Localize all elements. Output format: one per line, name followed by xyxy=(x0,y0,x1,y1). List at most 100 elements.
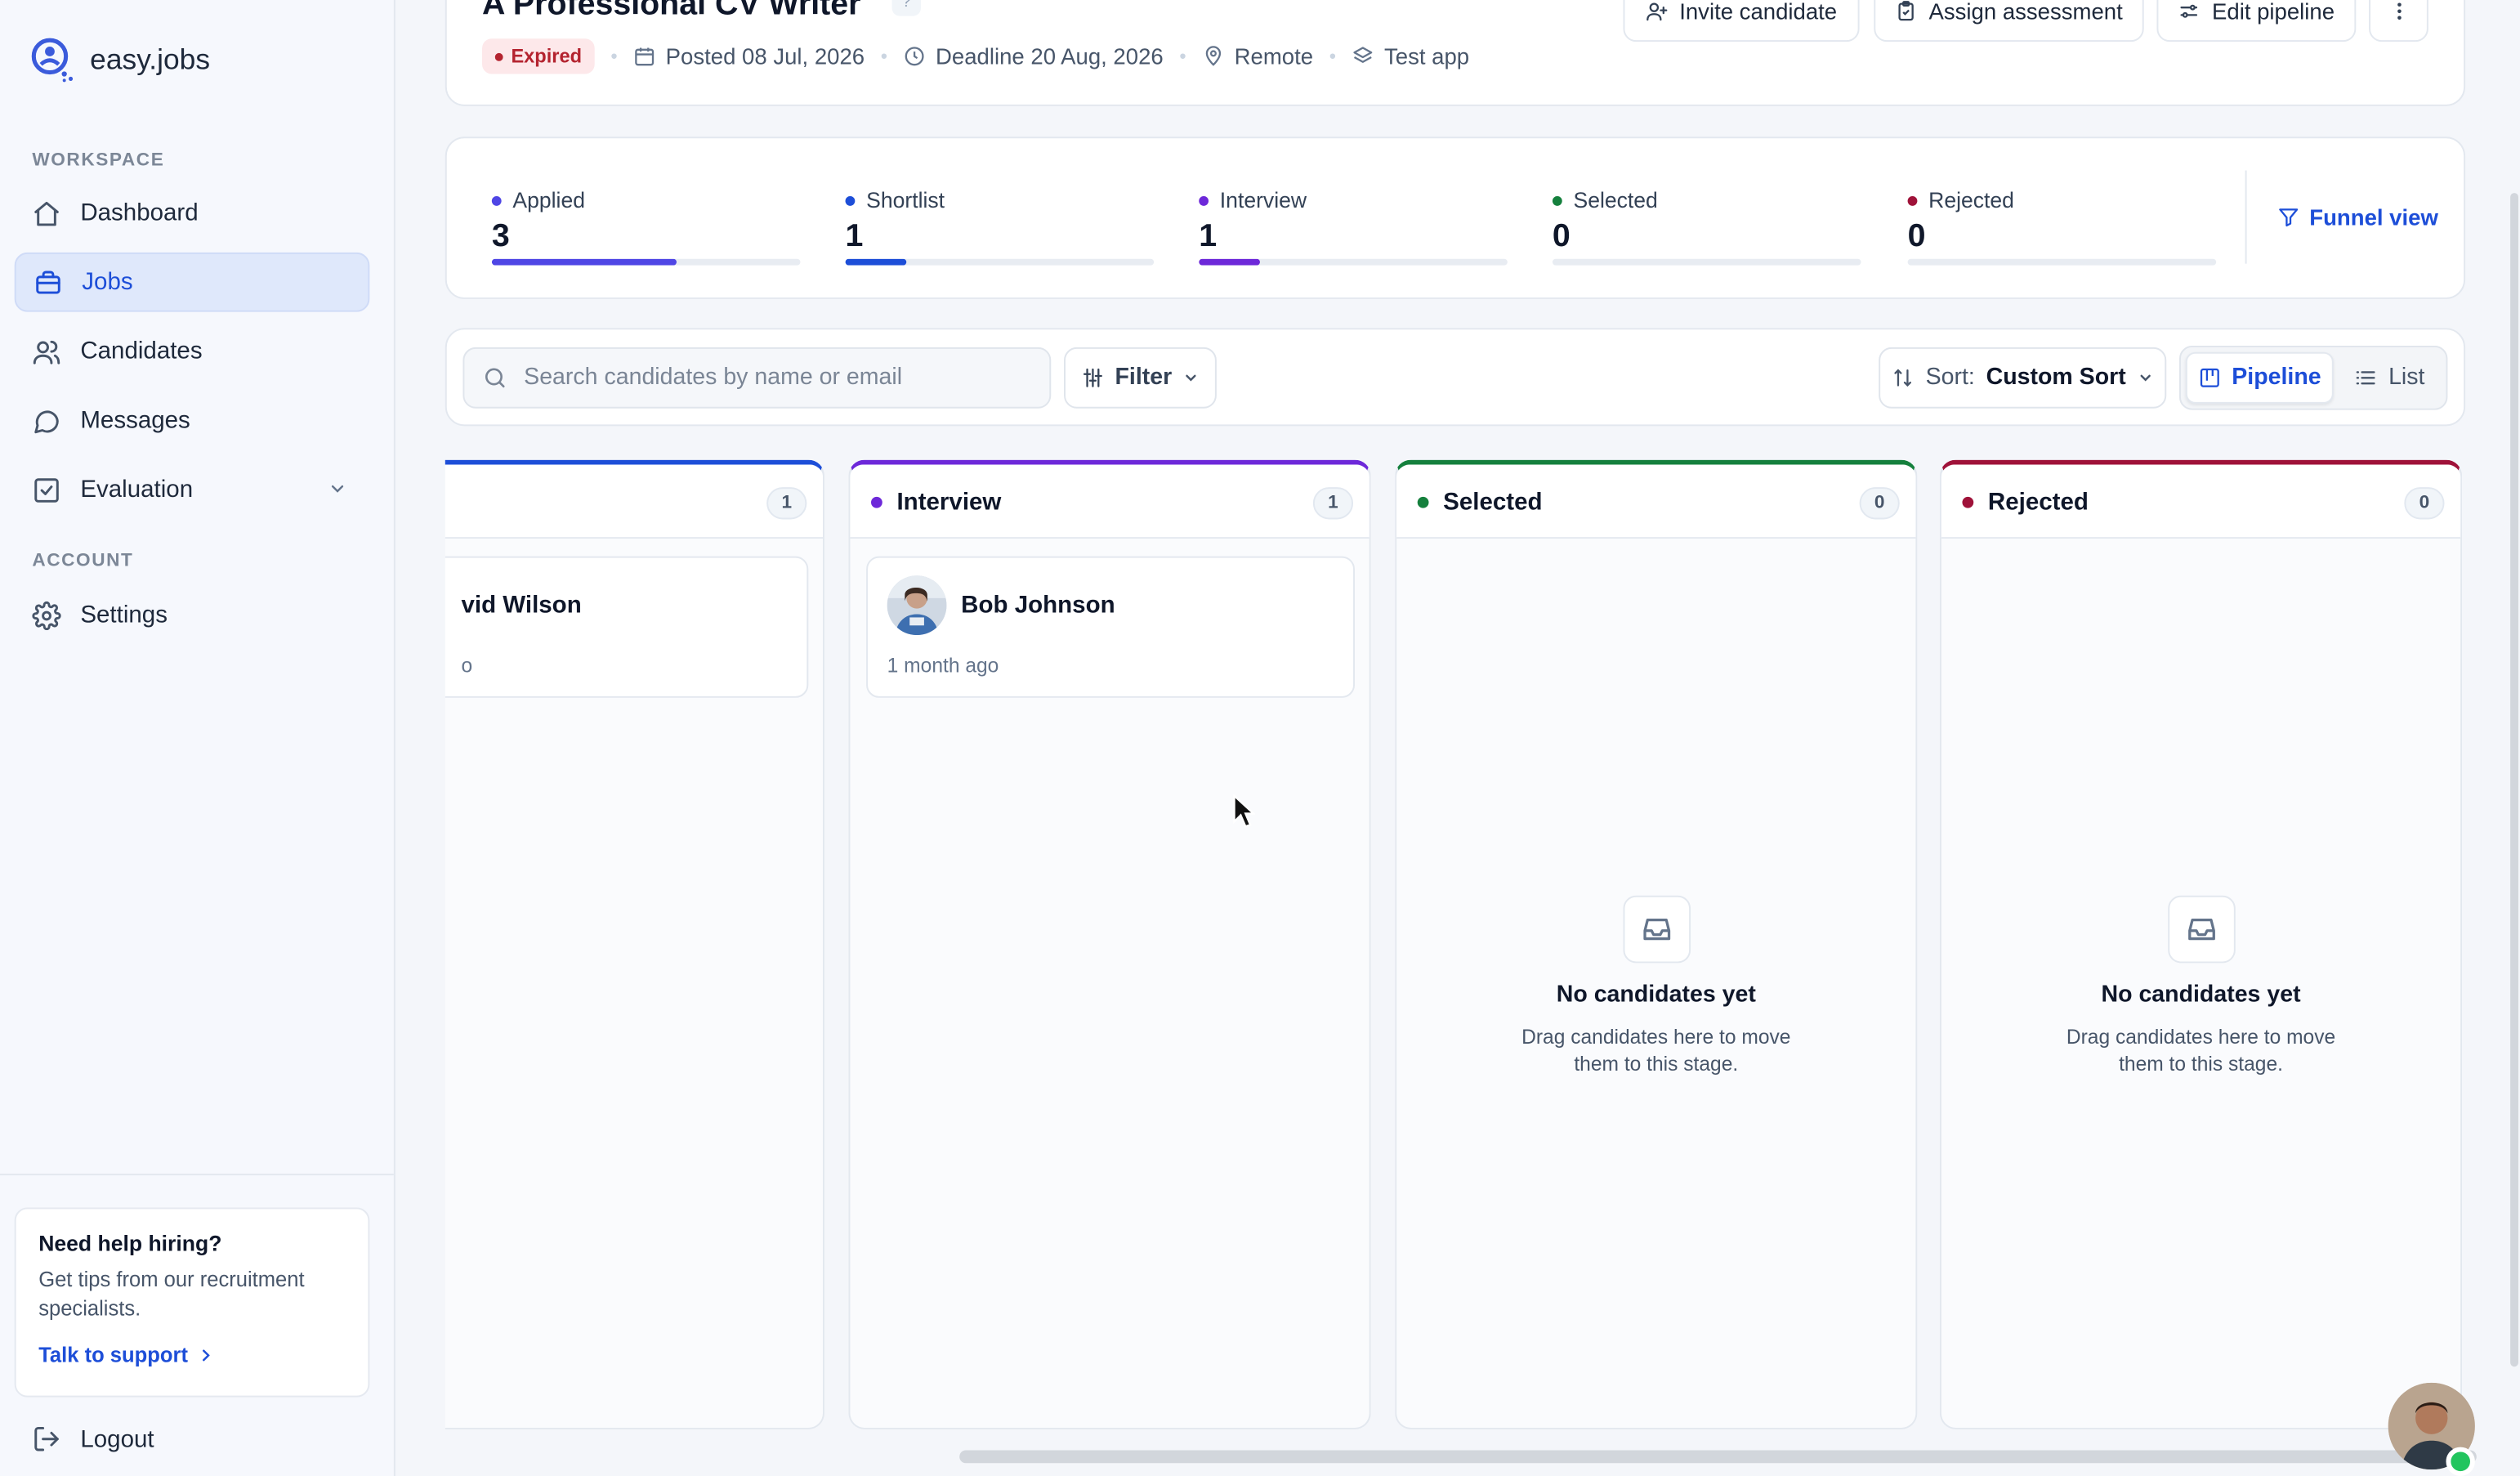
stat-value: 0 xyxy=(1552,218,1571,254)
pipeline-board: 1 vid Wilson o Interview 1 Bob Johnson 1… xyxy=(445,459,2503,1431)
sidebar-item-evaluation[interactable]: Evaluation xyxy=(15,460,370,520)
app-name: easy.jobs xyxy=(90,42,211,75)
app-logo[interactable]: easy.jobs xyxy=(29,35,210,83)
candidate-card[interactable]: Bob Johnson 1 month ago xyxy=(866,556,1356,698)
sidebar-item-candidates[interactable]: Candidates xyxy=(15,321,370,381)
stat-applied[interactable]: Applied 3 xyxy=(491,188,801,266)
edit-pipeline-button[interactable]: Edit pipeline xyxy=(2156,0,2357,42)
gear-icon xyxy=(32,600,61,630)
column-dot xyxy=(1962,496,1974,508)
column-count: 1 xyxy=(1312,487,1354,520)
stat-label: Applied xyxy=(491,188,801,212)
briefcase-icon xyxy=(36,270,60,293)
sidebar-item-label: Jobs xyxy=(82,268,133,296)
deadline-text: Deadline 20 Aug, 2026 xyxy=(936,43,1164,69)
talk-to-support-label: Talk to support xyxy=(38,1342,188,1367)
app-text: Test app xyxy=(1384,43,1470,69)
column-title: Selected xyxy=(1417,489,1543,517)
horizontal-scrollbar[interactable] xyxy=(959,1450,2477,1464)
stat-label: Shortlist xyxy=(845,188,1155,212)
location-pin-icon xyxy=(1205,46,1222,66)
stat-shortlist[interactable]: Shortlist 1 xyxy=(845,188,1155,266)
inbox-icon xyxy=(1622,895,1691,964)
filter-button[interactable]: Filter xyxy=(1064,347,1217,409)
pipeline-column-shortlist: 1 vid Wilson o xyxy=(445,459,824,1429)
empty-state: No candidates yet Drag candidates here t… xyxy=(1941,895,2460,1079)
funnel-view-button[interactable]: Funnel view xyxy=(2277,204,2438,230)
stat-label-text: Shortlist xyxy=(866,188,945,212)
column-dot xyxy=(1417,496,1429,508)
search-input[interactable] xyxy=(524,365,1007,391)
stat-progress-track xyxy=(491,258,801,266)
list-view-button[interactable]: List xyxy=(2339,352,2442,404)
avatar xyxy=(887,575,947,636)
sort-dropdown[interactable]: Sort: Custom Sort xyxy=(1879,347,2167,409)
app-root: easy.jobs WORKSPACE Dashboard Jobs Candi… xyxy=(0,0,2520,1476)
vertical-scrollbar[interactable] xyxy=(2510,193,2518,1367)
layers-icon xyxy=(1353,47,1373,63)
invite-candidate-label: Invite candidate xyxy=(1679,0,1838,25)
talk-to-support-link[interactable]: Talk to support xyxy=(38,1342,346,1367)
status-badge: Expired xyxy=(482,38,595,74)
job-app: Test app xyxy=(1352,43,1469,69)
user-plus-icon xyxy=(1646,2,1668,21)
assign-assessment-label: Assign assessment xyxy=(1928,0,2123,25)
list-icon xyxy=(2357,371,2376,385)
search-icon xyxy=(485,368,505,388)
chevron-down-icon xyxy=(1186,374,1196,382)
chat-icon xyxy=(34,409,59,433)
stat-progress-track xyxy=(845,258,1155,266)
stat-progress-fill xyxy=(1199,258,1261,266)
sidebar-item-label: Settings xyxy=(80,601,168,629)
stat-progress-fill xyxy=(845,258,908,266)
job-meta: Expired • Posted 08 Jul, 2026 • Deadline… xyxy=(482,38,1469,74)
candidate-card[interactable]: vid Wilson o xyxy=(445,556,809,698)
column-header: Interview 1 xyxy=(850,464,1369,539)
stat-dot xyxy=(1907,195,1918,205)
view-toggle: Pipeline List xyxy=(2178,345,2448,410)
stat-dot xyxy=(1199,195,1209,205)
avatar-photo-icon xyxy=(887,575,947,636)
stat-label: Rejected xyxy=(1907,188,2217,212)
stat-dot xyxy=(1552,195,1562,205)
pipeline-view-button[interactable]: Pipeline xyxy=(2185,351,2334,404)
help-card: Need help hiring? Get tips from our recr… xyxy=(14,1207,370,1398)
candidate-time: 1 month ago xyxy=(887,654,999,678)
stat-label-text: Rejected xyxy=(1928,188,2014,212)
users-icon xyxy=(33,339,60,364)
column-count: 0 xyxy=(2404,487,2445,520)
account-section-label: ACCOUNT xyxy=(32,551,134,571)
assign-assessment-button[interactable]: Assign assessment xyxy=(1874,0,2144,42)
sidebar-item-messages[interactable]: Messages xyxy=(15,391,370,450)
stat-interview[interactable]: Interview 1 xyxy=(1199,188,1508,266)
posted-date: Posted 08 Jul, 2026 xyxy=(633,43,865,69)
column-header: 1 xyxy=(445,464,824,539)
status-label: Expired xyxy=(511,45,583,68)
clipboard-icon xyxy=(1898,1,1915,21)
sidebar-item-label: Evaluation xyxy=(80,476,194,503)
kanban-icon xyxy=(2200,368,2219,387)
sidebar-item-label: Candidates xyxy=(80,338,203,365)
sidebar-item-settings[interactable]: Settings xyxy=(15,585,370,645)
column-count: 1 xyxy=(766,487,807,520)
sidebar-item-jobs[interactable]: Jobs xyxy=(14,252,370,312)
sort-icon xyxy=(1894,369,1912,387)
more-options-button[interactable] xyxy=(2369,0,2428,42)
stat-selected[interactable]: Selected 0 xyxy=(1552,188,1861,266)
calendar-icon xyxy=(635,47,655,66)
stat-label: Selected xyxy=(1552,188,1861,212)
help-badge[interactable]: ? xyxy=(891,0,921,16)
help-text: Get tips from our recruitment specialist… xyxy=(38,1267,305,1321)
sidebar-item-dashboard[interactable]: Dashboard xyxy=(15,183,370,243)
empty-state-text: Drag candidates here to move them to thi… xyxy=(2066,1026,2336,1076)
stat-rejected[interactable]: Rejected 0 xyxy=(1907,188,2217,266)
page-title: A Professional CV Writer xyxy=(482,0,861,23)
stat-progress-track xyxy=(1552,258,1861,266)
pipeline-column-selected: Selected 0 No candidates yet Drag candid… xyxy=(1395,459,1918,1429)
stat-progress-track xyxy=(1907,258,2217,266)
logout-button[interactable]: Logout xyxy=(32,1425,154,1453)
sidebar: easy.jobs WORKSPACE Dashboard Jobs Candi… xyxy=(0,0,395,1476)
invite-candidate-button[interactable]: Invite candidate xyxy=(1623,0,1860,42)
list-view-label: List xyxy=(2388,365,2425,391)
empty-state-text: Drag candidates here to move them to thi… xyxy=(1521,1026,1791,1076)
